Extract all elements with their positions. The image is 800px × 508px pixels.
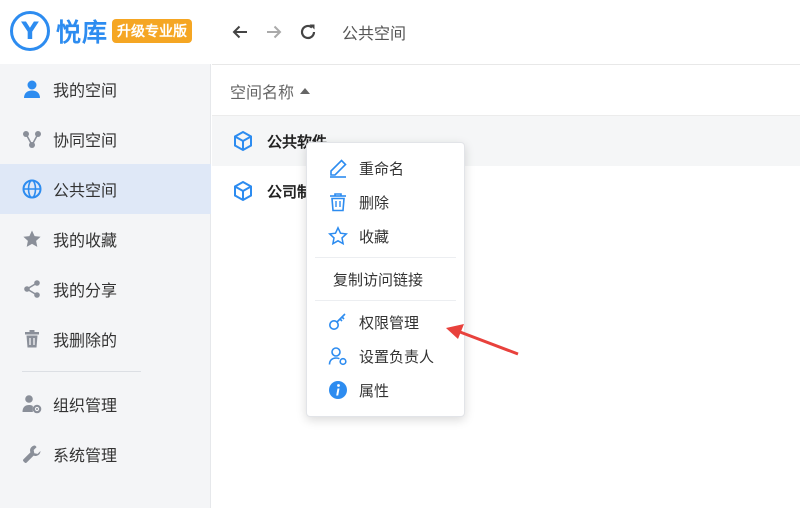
menu-item-label: 删除 <box>359 193 390 212</box>
sidebar-item-label: 我删除的 <box>53 331 118 350</box>
app-window: Y 悦库 升级专业版 我的空间 协同空间 公共空间 我的收藏 我的分享 我删除的… <box>0 0 800 508</box>
sidebar-item-system-management[interactable]: 系统管理 <box>0 429 211 479</box>
cube-icon <box>234 130 252 152</box>
sidebar-item-favorites[interactable]: 我的收藏 <box>0 214 211 264</box>
star-outline-icon <box>327 225 349 247</box>
menu-item-favorite[interactable]: 收藏 <box>307 219 464 253</box>
menu-separator <box>315 300 456 301</box>
wrench-icon <box>22 444 42 464</box>
user-icon <box>22 79 42 99</box>
pencil-icon <box>327 157 349 179</box>
info-icon <box>327 379 349 401</box>
sidebar-item-deleted[interactable]: 我删除的 <box>0 314 211 364</box>
logo-text: 悦库 <box>56 18 109 47</box>
menu-item-label: 设置负责人 <box>359 347 435 366</box>
menu-item-label: 复制访问链接 <box>333 270 424 289</box>
context-menu: 重命名 删除 收藏 复制访问链接 权限管理 设置负责人 属性 <box>306 142 465 417</box>
sidebar: Y 悦库 升级专业版 我的空间 协同空间 公共空间 我的收藏 我的分享 我删除的… <box>0 0 211 508</box>
sidebar-item-label: 公共空间 <box>53 181 118 200</box>
column-header-name: 空间名称 <box>230 82 295 102</box>
list-column-header[interactable]: 空间名称 <box>212 66 800 116</box>
share-icon <box>22 279 42 299</box>
logo: Y 悦库 升级专业版 <box>10 11 193 51</box>
collab-icon <box>22 129 42 149</box>
back-arrow-icon[interactable] <box>228 20 252 44</box>
sidebar-item-public-space[interactable]: 公共空间 <box>0 164 211 214</box>
menu-separator <box>315 257 456 258</box>
menu-item-delete[interactable]: 删除 <box>307 185 464 219</box>
sidebar-item-label: 我的分享 <box>53 281 118 300</box>
menu-item-properties[interactable]: 属性 <box>307 373 464 407</box>
annotation-arrow-icon <box>446 324 519 356</box>
cube-icon <box>234 180 252 202</box>
sidebar-item-label: 我的空间 <box>53 81 118 100</box>
toolbar: 公共空间 <box>212 0 800 65</box>
sidebar-item-collab-space[interactable]: 协同空间 <box>0 114 211 164</box>
sidebar-item-label: 协同空间 <box>53 131 118 150</box>
menu-item-copy-link[interactable]: 复制访问链接 <box>307 262 464 296</box>
sort-ascending-icon <box>300 87 311 94</box>
user-setting-icon <box>327 345 349 367</box>
breadcrumb[interactable]: 公共空间 <box>342 20 406 44</box>
trash-icon <box>327 191 349 213</box>
sidebar-item-label: 我的收藏 <box>53 231 118 250</box>
sidebar-item-shares[interactable]: 我的分享 <box>0 264 211 314</box>
sidebar-item-my-space[interactable]: 我的空间 <box>0 64 211 114</box>
logo-mark-icon: Y <box>10 11 50 51</box>
star-icon <box>22 229 42 249</box>
sidebar-nav: 我的空间 协同空间 公共空间 我的收藏 我的分享 我删除的 组织管理 系统管理 <box>0 64 211 479</box>
org-user-gear-icon <box>22 394 42 414</box>
trash-icon <box>22 329 42 349</box>
sidebar-item-label: 系统管理 <box>53 446 118 465</box>
table-row[interactable]: 公司制 <box>212 166 800 216</box>
menu-item-label: 属性 <box>359 381 390 400</box>
refresh-icon[interactable] <box>296 20 320 44</box>
upgrade-badge[interactable]: 升级专业版 <box>112 19 193 43</box>
menu-item-label: 收藏 <box>359 227 390 246</box>
menu-item-rename[interactable]: 重命名 <box>307 151 464 185</box>
table-row[interactable]: 公共软件 <box>212 116 800 166</box>
forward-arrow-icon[interactable] <box>262 20 286 44</box>
sidebar-divider <box>22 371 141 372</box>
sidebar-item-org-management[interactable]: 组织管理 <box>0 379 211 429</box>
menu-item-label: 权限管理 <box>359 313 420 332</box>
sidebar-item-label: 组织管理 <box>53 396 118 415</box>
menu-item-label: 重命名 <box>359 159 405 178</box>
globe-icon <box>22 179 42 199</box>
key-icon <box>327 311 349 333</box>
